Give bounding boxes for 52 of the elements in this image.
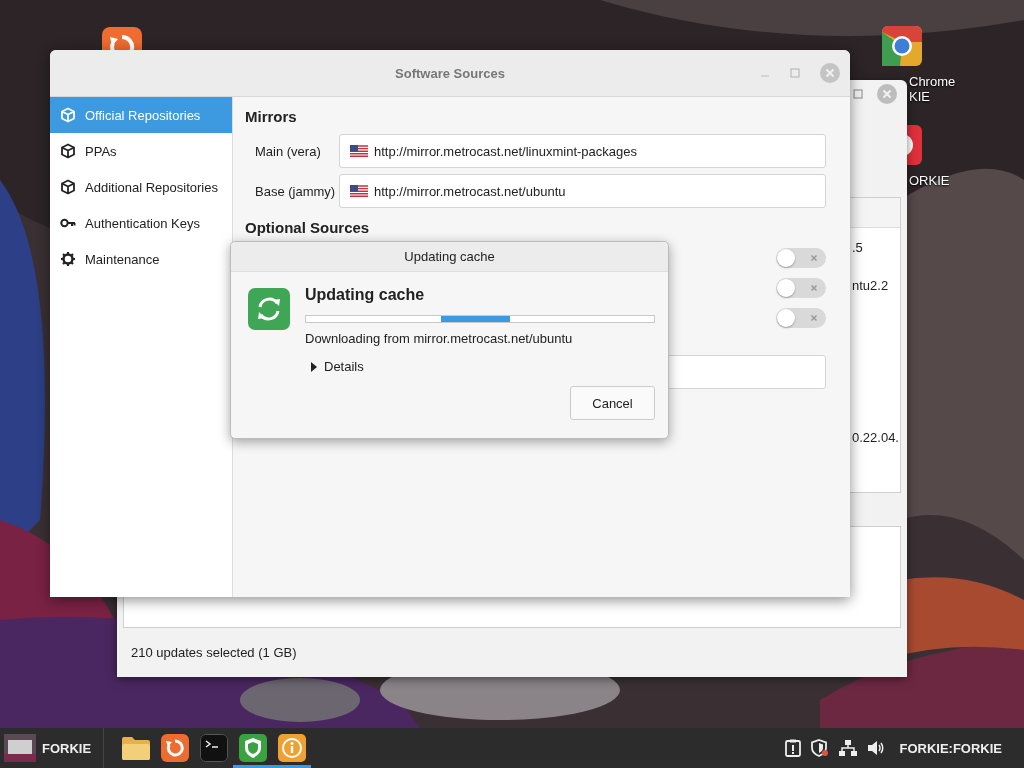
flag-icon bbox=[350, 145, 368, 157]
sidebar-item[interactable]: Authentication Keys bbox=[50, 205, 232, 241]
window-title: Software Sources bbox=[395, 65, 505, 81]
folder-icon bbox=[121, 736, 150, 760]
refresh-icon bbox=[248, 288, 290, 330]
cross-icon bbox=[810, 284, 818, 292]
field-label: Main (vera) bbox=[254, 143, 322, 159]
shield-icon bbox=[238, 734, 267, 762]
cube-icon bbox=[60, 107, 76, 123]
details-expander[interactable]: Details bbox=[305, 359, 364, 374]
desktop-icon-label: Chrome bbox=[909, 74, 956, 89]
volume-icon[interactable] bbox=[867, 740, 886, 756]
sidebar-item[interactable]: Additional Repositories bbox=[50, 169, 232, 205]
window-list-button[interactable]: FORKIE bbox=[0, 728, 92, 768]
sidebar-item[interactable]: Maintenance bbox=[50, 241, 232, 277]
desktop-icon-label: KIE bbox=[909, 89, 930, 104]
list-cell-text: .5 bbox=[852, 239, 863, 258]
mirror-field[interactable]: http://mirror.metrocast.net/ubuntu bbox=[339, 174, 826, 208]
mirror-field[interactable]: http://mirror.metrocast.net/linuxmint-packages bbox=[339, 134, 826, 168]
terminal-icon bbox=[199, 734, 228, 762]
section-heading: Mirrors bbox=[245, 108, 298, 126]
clipboard-alert-icon[interactable] bbox=[785, 739, 802, 757]
window-thumbnail-icon bbox=[4, 734, 36, 762]
cross-icon bbox=[810, 254, 818, 262]
user-label[interactable]: FORKIE:FORKIE bbox=[899, 740, 1002, 756]
cube-icon bbox=[60, 179, 76, 195]
browser-icon[interactable] bbox=[882, 26, 922, 66]
section-heading: Optional Sources bbox=[245, 219, 371, 237]
dialog-title: Updating cache bbox=[404, 249, 495, 264]
cancel-button[interactable]: Cancel bbox=[570, 386, 655, 420]
flag-icon bbox=[350, 185, 368, 197]
network-icon[interactable] bbox=[839, 739, 858, 757]
app-icon[interactable] bbox=[907, 125, 922, 165]
refresh-app-icon[interactable] bbox=[102, 27, 142, 50]
toggle-switch[interactable] bbox=[776, 248, 826, 268]
toggle-switch[interactable] bbox=[776, 278, 826, 298]
expander-arrow-icon bbox=[310, 361, 318, 372]
dialog-heading: Updating cache bbox=[305, 286, 426, 304]
info-icon bbox=[277, 734, 306, 762]
cross-icon bbox=[810, 314, 818, 322]
desktop-icon-label: ORKIE bbox=[909, 173, 950, 188]
cube-icon bbox=[60, 143, 76, 159]
field-label: Base (jammy) bbox=[254, 183, 337, 199]
toggle-switch[interactable] bbox=[776, 308, 826, 328]
refresh-app-icon bbox=[160, 734, 189, 762]
gear-icon bbox=[60, 251, 76, 267]
sidebar-item[interactable]: PPAs bbox=[50, 133, 232, 169]
status-text: 210 updates selected (1 GB) bbox=[130, 644, 298, 662]
list-cell-text: ntu2.2 bbox=[852, 277, 889, 296]
list-cell-text: 0.22.04. bbox=[852, 429, 899, 448]
status-message: Downloading from mirror.metrocast.net/ubuntu bbox=[305, 331, 574, 347]
shield-icon[interactable] bbox=[811, 739, 830, 757]
